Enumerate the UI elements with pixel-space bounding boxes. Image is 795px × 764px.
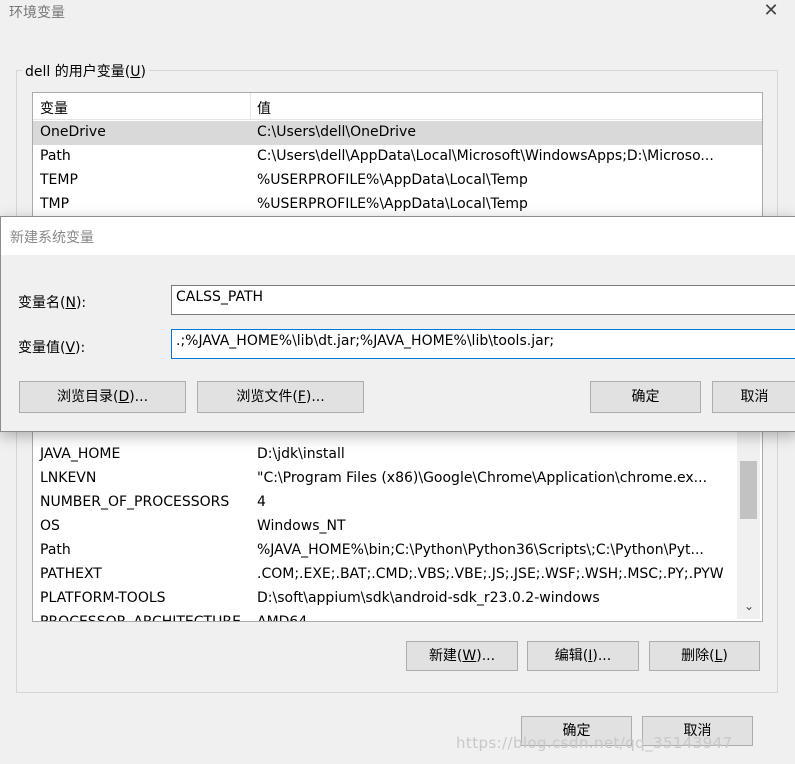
list-item[interactable]: Path %JAVA_HOME%\bin;C:\Python\Python36\S… [33,539,762,563]
variable-value-label: 变量值(V): [18,340,86,356]
variable-name: JAVA_HOME [40,446,121,462]
system-list-scrollbar[interactable]: ⌄ [737,405,760,619]
variable-value: "C:\Program Files (x86)\Google\Chrome\Ap… [257,470,708,486]
variable-value: AMD64 [257,614,308,622]
user-variables-label: dell 的用户变量(U) [22,61,149,81]
list-item[interactable]: LNKEVN "C:\Program Files (x86)\Google\Chr… [33,467,762,491]
variable-value: %USERPROFILE%\AppData\Local\Temp [257,172,528,188]
dialog-cancel-button[interactable]: 取消 [712,381,795,413]
list-item[interactable]: NUMBER_OF_PROCESSORS 4 [33,491,762,515]
variable-name: Path [40,148,71,164]
list-item[interactable]: PLATFORM-TOOLS D:\soft\appium\sdk\android… [33,587,762,611]
scrollbar-thumb[interactable] [740,461,757,519]
variable-name: OS [40,518,60,534]
variable-name: PLATFORM-TOOLS [40,590,166,606]
new-variable-button[interactable]: 新建(W)... [406,641,518,671]
variable-value: %USERPROFILE%\AppData\Local\Temp [257,196,528,212]
column-header-value[interactable]: 值 [257,98,271,118]
variable-name-input[interactable]: CALSS_PATH [171,285,795,315]
variable-name: Path [40,542,71,558]
variable-value: C:\Users\dell\AppData\Local\Microsoft\Wi… [257,148,714,164]
variable-name: OneDrive [40,124,106,140]
dialog-title: 新建系统变量 [10,230,94,246]
dialog-ok-button[interactable]: 确定 [590,381,701,413]
browse-directory-button[interactable]: 浏览目录(D)... [19,381,186,413]
user-variables-list[interactable]: 变量 值 OneDrive C:\Users\dell\OneDrive Path… [32,92,763,222]
system-variables-list[interactable]: 变量 值 JAVA_HOMED:\jdk\install LNKEVN"C:\P… [32,404,763,622]
delete-variable-button[interactable]: 删除(L) [649,641,760,671]
column-header-variable[interactable]: 变量 [40,98,68,118]
variable-value: %JAVA_HOME%\bin;C:\Python\Python36\Scrip… [257,542,704,558]
list-item[interactable]: Path C:\Users\dell\AppData\Local\Microsof… [33,145,762,169]
variable-value: 4 [257,494,266,510]
list-item[interactable]: PATHEXT .COM;.EXE;.BAT;.CMD;.VBS;.VBE;.JS… [33,563,762,587]
variable-name-label: 变量名(N): [18,295,87,311]
window-title: 环境变量 [9,5,65,21]
variable-name: PROCESSOR_ARCHITECTURE [40,614,241,622]
watermark-text: https://blog.csdn.net/qq_35143947 [456,734,733,752]
variable-name: NUMBER_OF_PROCESSORS [40,494,230,510]
list-header: 变量 值 [33,93,762,120]
variable-name: TEMP [40,172,78,188]
edit-variable-button[interactable]: 编辑(I)... [527,641,639,671]
variable-value-input[interactable]: .;%JAVA_HOME%\lib\dt.jar;%JAVA_HOME%\lib… [171,329,795,359]
dialog-titlebar[interactable]: 新建系统变量 [1,217,795,255]
variable-value: Windows_NT [257,518,346,534]
list-item[interactable]: TMP %USERPROFILE%\AppData\Local\Temp [33,193,762,217]
variable-value: C:\Users\dell\OneDrive [257,124,416,140]
list-item[interactable]: JAVA_HOME D:\jdk\install [33,443,762,467]
variable-name: PATHEXT [40,566,102,582]
variable-name: TMP [40,196,70,212]
list-item[interactable]: PROCESSOR_ARCHITECTURE AMD64 [33,611,762,622]
variable-name: LNKEVN [40,470,97,486]
list-item[interactable]: TEMP %USERPROFILE%\AppData\Local\Temp [33,169,762,193]
variable-value: .COM;.EXE;.BAT;.CMD;.VBS;.VBE;.JS;.JSE;.… [257,566,724,582]
variable-value: D:\jdk\install [257,446,345,462]
close-icon[interactable]: ✕ [761,0,781,22]
browse-file-button[interactable]: 浏览文件(F)... [197,381,364,413]
variable-value: D:\soft\appium\sdk\android-sdk_r23.0.2-w… [257,590,600,606]
scroll-down-icon[interactable]: ⌄ [741,599,757,613]
column-divider[interactable] [250,93,251,119]
list-item[interactable]: OS Windows_NT [33,515,762,539]
list-item[interactable]: OneDrive C:\Users\dell\OneDrive [33,121,762,145]
new-system-variable-dialog: 新建系统变量 变量名(N): CALSS_PATH 变量值(V): .;%JAV… [0,216,795,432]
